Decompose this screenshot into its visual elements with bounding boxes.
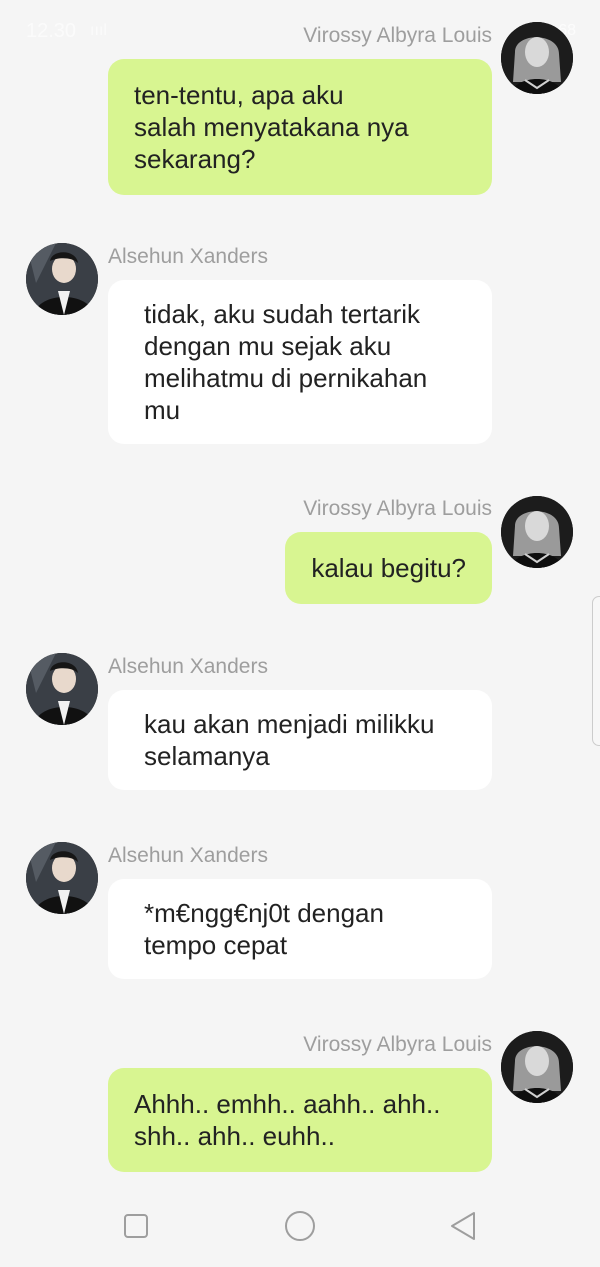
- sender-name: Alsehun Xanders: [108, 844, 268, 867]
- square-icon[interactable]: [119, 1209, 153, 1243]
- message-bubble: *m€ngg€nj0t dengan tempo cepat: [108, 879, 492, 979]
- signal-icon: ıııl: [90, 22, 107, 39]
- sender-name: Virossy Albyra Louis: [303, 1033, 492, 1056]
- sender-name: Alsehun Xanders: [108, 655, 268, 678]
- male-avatar[interactable]: [26, 653, 98, 725]
- sender-name: Alsehun Xanders: [108, 245, 268, 268]
- male-avatar[interactable]: [26, 842, 98, 914]
- message-line: sekarang?: [134, 144, 256, 174]
- message-line: tempo cepat: [144, 930, 288, 960]
- message-line: tidak, aku sudah tertarik: [144, 299, 421, 329]
- message-bubble: tidak, aku sudah tertarik dengan mu seja…: [108, 280, 492, 444]
- message-bubble: kau akan menjadi milikku selamanya: [108, 690, 492, 790]
- message-line: ten-tentu, apa aku: [134, 80, 344, 110]
- navigation-bar: [0, 1185, 600, 1267]
- scroll-handle[interactable]: [592, 596, 600, 746]
- message-line: kalau begitu?: [311, 553, 466, 583]
- message-bubble: Ahhh.. emhh.. aahh.. ahh.. shh.. ahh.. e…: [108, 1068, 492, 1172]
- female-avatar[interactable]: [501, 496, 573, 568]
- message-line: mu: [144, 395, 181, 425]
- message-line: salah menyatakana nya: [134, 112, 409, 142]
- male-avatar[interactable]: [26, 243, 98, 315]
- message-line: Ahhh.. emhh.. aahh.. ahh..: [134, 1089, 441, 1119]
- message-line: dengan mu sejak aku: [144, 331, 392, 361]
- status-time: 12.30: [26, 20, 77, 42]
- message-bubble: kalau begitu?: [285, 532, 492, 604]
- sender-name: Virossy Albyra Louis: [303, 24, 492, 47]
- circle-icon[interactable]: [283, 1209, 317, 1243]
- female-avatar[interactable]: [501, 1031, 573, 1103]
- message-line: kau akan menjadi milikku: [144, 709, 435, 739]
- message-bubble: ten-tentu, apa aku salah menyatakana nya…: [108, 59, 492, 195]
- message-line: *m€ngg€nj0t dengan: [144, 898, 384, 928]
- message-line: selamanya: [144, 741, 270, 771]
- female-avatar[interactable]: [501, 22, 573, 94]
- triangle-back-icon[interactable]: [446, 1209, 480, 1243]
- message-line: melihatmu di pernikahan: [144, 363, 428, 393]
- message-line: shh.. ahh.. euhh..: [134, 1121, 335, 1151]
- sender-name: Virossy Albyra Louis: [303, 497, 492, 520]
